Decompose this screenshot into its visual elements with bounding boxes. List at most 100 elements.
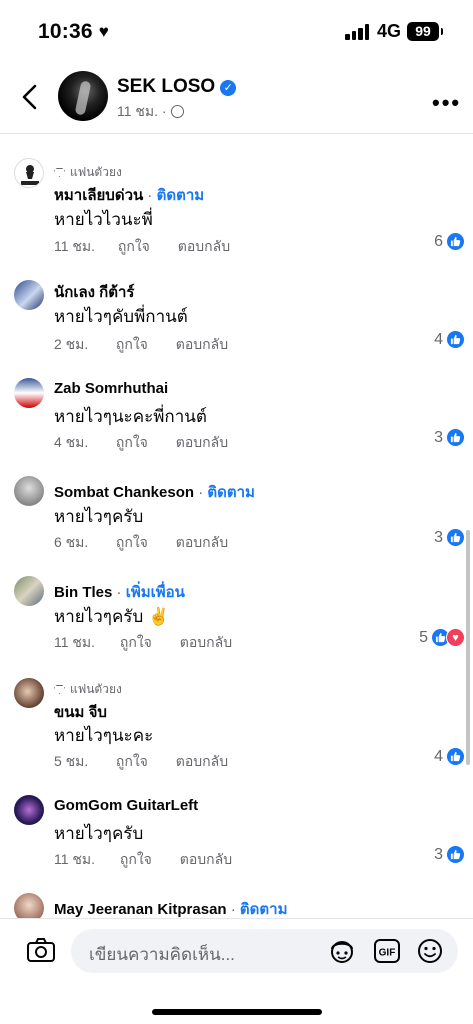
follow-button[interactable]: ติดตาม — [240, 901, 288, 918]
comment-time: 5 ชม. — [54, 753, 89, 769]
reaction-count[interactable]: 3 — [434, 428, 465, 447]
camera-button[interactable] — [26, 937, 56, 968]
like-button[interactable]: ถูกใจ — [120, 632, 176, 654]
heart-icon: ♥ — [98, 22, 110, 41]
reaction-count[interactable]: 3 — [434, 528, 465, 547]
comment-actions: 6 ชม. ถูกใจ ตอบกลับ — [54, 532, 228, 554]
like-icon — [446, 232, 465, 251]
avatar[interactable] — [14, 476, 44, 506]
like-button[interactable]: ถูกใจ — [116, 532, 172, 554]
more-options-button[interactable]: ••• — [432, 90, 461, 116]
like-icon — [446, 845, 465, 864]
reply-button[interactable]: ตอบกลับ — [180, 849, 232, 871]
avatar[interactable] — [14, 576, 44, 606]
reaction-count[interactable]: 4 — [434, 747, 465, 766]
like-button[interactable]: ถูกใจ — [116, 751, 172, 773]
follow-button[interactable]: ติดตาม — [157, 187, 205, 204]
home-indicator — [152, 1009, 322, 1015]
gif-icon: GIF — [374, 939, 400, 963]
reaction-count[interactable]: 5 ♥ — [419, 628, 465, 647]
globe-icon — [170, 105, 184, 118]
chevron-left-icon — [22, 84, 37, 110]
comment-text: หายไวๆคับพี่กานต์ — [54, 307, 188, 326]
gif-button[interactable]: GIF — [373, 938, 401, 969]
comment-composer: เขียนความคิดเห็น... GIF — [0, 918, 473, 1024]
reply-button[interactable]: ตอบกลับ — [180, 632, 232, 654]
like-button[interactable]: ถูกใจ — [116, 432, 172, 454]
smiley-icon — [418, 939, 442, 963]
avatar-sticker-button[interactable] — [328, 938, 356, 969]
comment-time: 11 ชม. — [54, 851, 96, 867]
avatar[interactable] — [14, 678, 44, 708]
comment-text: หายไวๆนะคะพี่กานต์ — [54, 407, 207, 426]
camera-icon — [27, 938, 55, 962]
emoji-button[interactable] — [416, 938, 444, 969]
like-icon — [446, 428, 465, 447]
comment-text: หายไวๆครับ — [54, 507, 144, 526]
like-icon — [446, 528, 465, 547]
reaction-count[interactable]: 6 — [434, 232, 465, 251]
comment-time: 6 ชม. — [54, 534, 89, 550]
comment-text: หายไวๆครับ — [54, 824, 144, 843]
verified-icon: ✓ — [220, 80, 237, 96]
avatar-sticker-icon — [331, 941, 353, 963]
signal-icon — [345, 24, 371, 40]
reply-button[interactable]: ตอบกลับ — [176, 751, 228, 773]
reply-button[interactable]: ตอบกลับ — [176, 334, 228, 356]
comment-text: หายไวๆนะคะ — [54, 726, 154, 745]
comment-author[interactable]: นักเลง กีต้าร์ — [54, 280, 134, 304]
avatar[interactable] — [14, 378, 44, 408]
reaction-count[interactable]: 3 — [434, 845, 465, 864]
status-time: 10:36 ♥ — [38, 20, 110, 43]
battery-icon: 99 — [407, 22, 443, 41]
comment-placeholder: เขียนความคิดเห็น... — [89, 945, 235, 964]
comment-actions: 11 ชม. ถูกใจ ตอบกลับ — [54, 632, 232, 654]
scrollbar[interactable] — [466, 530, 470, 765]
comment-text: หายไวไวนะพี่ — [54, 210, 153, 229]
post-meta: 11 ชม. · — [117, 101, 184, 123]
comment-author[interactable]: หมาเลียบด่วน · ติดตาม — [54, 183, 204, 207]
love-icon: ♥ — [446, 628, 465, 647]
page-title[interactable]: SEK LOSO ✓ — [117, 76, 237, 98]
avatar[interactable] — [58, 71, 108, 121]
comment-author[interactable]: Bin Tles · เพิ่มเพื่อน — [54, 580, 185, 604]
like-icon — [446, 747, 465, 766]
comment-time: 2 ชม. — [54, 336, 89, 352]
comment-actions: 2 ชม. ถูกใจ ตอบกลับ — [54, 334, 228, 356]
add-friend-button[interactable]: เพิ่มเพื่อน — [126, 584, 185, 601]
comment-time: 11 ชม. — [54, 238, 96, 254]
reaction-count[interactable]: 4 — [434, 330, 465, 349]
like-button[interactable]: ถูกใจ — [118, 236, 174, 258]
diamond-icon — [54, 168, 65, 177]
comment-actions: 5 ชม. ถูกใจ ตอบกลับ — [54, 751, 228, 773]
like-icon — [446, 330, 465, 349]
comment-actions: 4 ชม. ถูกใจ ตอบกลับ — [54, 432, 228, 454]
like-button[interactable]: ถูกใจ — [116, 334, 172, 356]
reply-button[interactable]: ตอบกลับ — [176, 432, 228, 454]
avatar[interactable] — [14, 795, 44, 825]
status-bar: 10:36 ♥ 4G 99 — [0, 0, 473, 62]
reply-button[interactable]: ตอบกลับ — [176, 532, 228, 554]
top-fan-badge: แฟนตัวยง — [54, 163, 122, 182]
like-button[interactable]: ถูกใจ — [120, 849, 176, 871]
comment-actions: 11 ชม. ถูกใจ ตอบกลับ — [54, 236, 230, 258]
avatar[interactable] — [14, 280, 44, 310]
avatar[interactable] — [14, 158, 44, 188]
comment-input[interactable]: เขียนความคิดเห็น... GIF — [71, 929, 458, 973]
comment-text: หายไวๆครับ ✌️ — [54, 607, 170, 626]
diamond-icon — [54, 685, 65, 694]
comment-time: 11 ชม. — [54, 634, 96, 650]
network-type: 4G — [377, 21, 402, 41]
follow-button[interactable]: ติดตาม — [207, 484, 255, 501]
comment-author[interactable]: Sombat Chankeson · ติดตาม — [54, 480, 255, 504]
reply-button[interactable]: ตอบกลับ — [178, 236, 230, 258]
comment-actions: 11 ชม. ถูกใจ ตอบกลับ — [54, 849, 232, 871]
comment-author[interactable]: GomGom GuitarLeft — [54, 797, 198, 814]
comment-author[interactable]: ขนม จีบ — [54, 700, 107, 724]
top-fan-badge: แฟนตัวยง — [54, 680, 122, 699]
comment-time: 4 ชม. — [54, 434, 89, 450]
back-button[interactable] — [16, 80, 46, 114]
svg-text:GIF: GIF — [379, 948, 396, 959]
comment-author[interactable]: Zab Somrhuthai — [54, 380, 168, 397]
post-header: SEK LOSO ✓ 11 ชม. · ••• — [0, 62, 473, 134]
